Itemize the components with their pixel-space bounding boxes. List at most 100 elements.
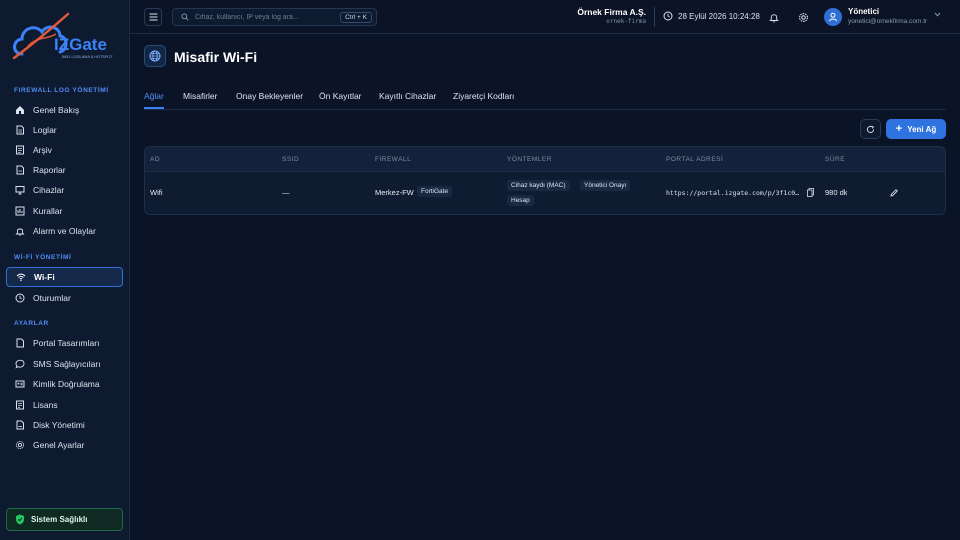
copy-icon[interactable] xyxy=(807,188,814,197)
disk-icon xyxy=(16,420,24,430)
search-input[interactable] xyxy=(195,13,345,21)
method-badge: Yönetici Onayı xyxy=(580,180,631,191)
sidebar-item-reports[interactable]: Raporlar xyxy=(6,160,123,180)
page-title: Misafir Wi-Fi xyxy=(174,49,258,65)
sidebar-item-wifi[interactable]: Wi-Fi xyxy=(6,267,123,287)
brand-logo[interactable]: IZGate 5651 LOGLAMA & HOTSPOT xyxy=(10,10,122,70)
sidebar-item-label: Kurallar xyxy=(33,206,63,216)
datetime-text: 28 Eylül 2026 10:24:28 xyxy=(678,11,760,21)
sidebar-item-label: Genel Ayarlar xyxy=(33,440,85,450)
column-header-name[interactable]: AD xyxy=(150,156,160,163)
app-root: IZGate 5651 LOGLAMA & HOTSPOT FIREWALL L… xyxy=(0,0,960,540)
tab-preregistrations[interactable]: Ön Kayıtlar xyxy=(319,91,362,101)
company-name: Örnek Firma A.Ş. xyxy=(577,7,646,17)
monitor-icon xyxy=(15,186,25,195)
user-icon xyxy=(829,12,837,22)
section-title-settings: AYARLAR xyxy=(14,320,49,327)
user-menu[interactable]: Yönetici yonetici@ornekfirma.com.tr xyxy=(848,7,927,25)
brand-name: IZGate xyxy=(54,35,107,54)
sidebar-item-archive[interactable]: Arşiv xyxy=(6,140,123,160)
page-icon xyxy=(16,338,24,348)
edit-icon[interactable] xyxy=(890,188,899,197)
tab-guests[interactable]: Misafirler xyxy=(183,91,217,101)
refresh-button[interactable] xyxy=(860,119,881,139)
sidebar-item-devices[interactable]: Cihazlar xyxy=(6,180,123,200)
sidebar-item-rules[interactable]: Kurallar xyxy=(6,201,123,221)
license-icon xyxy=(16,400,24,410)
menu-toggle-button[interactable] xyxy=(144,8,162,26)
refresh-icon xyxy=(866,125,875,133)
document-icon xyxy=(16,125,24,135)
system-health-badge[interactable]: Sistem Sağlıklı xyxy=(6,508,123,531)
column-header-ssid[interactable]: SSID xyxy=(282,156,299,163)
user-name: Yönetici xyxy=(848,7,880,16)
sidebar-item-general-settings[interactable]: Genel Ayarlar xyxy=(6,435,123,455)
globe-badge xyxy=(144,45,166,67)
table-header: AD SSID FİREWALL YÖNTEMLER PORTAL ADRESİ… xyxy=(145,147,945,172)
sidebar-item-portal-designs[interactable]: Portal Tasarımları xyxy=(6,333,123,353)
section-title-wifi: Wİ-Fİ YÖNETİMİ xyxy=(14,254,72,261)
sidebar-item-label: Wi-Fi xyxy=(34,272,55,282)
sidebar-item-label: Oturumlar xyxy=(33,293,71,303)
sidebar-item-disk[interactable]: Disk Yönetimi xyxy=(6,415,123,435)
search-box[interactable]: Ctrl + K xyxy=(172,8,377,26)
topbar: Ctrl + K Örnek Firma A.Ş. ornek-firma 28… xyxy=(130,0,960,34)
active-tab-indicator xyxy=(144,107,164,109)
search-icon xyxy=(181,13,189,21)
topbar-divider xyxy=(654,7,655,27)
sidebar-item-label: Alarm ve Olaylar xyxy=(33,226,96,236)
company-info[interactable]: Örnek Firma A.Ş. ornek-firma xyxy=(570,7,646,25)
cell-portal-url[interactable]: https://portal.izgate.com/p/3f1c0… xyxy=(666,189,799,197)
sidebar-item-license[interactable]: Lisans xyxy=(6,395,123,415)
shield-check-icon xyxy=(16,514,24,525)
firewall-type-badge: FortiGate xyxy=(417,186,453,197)
datetime-display: 28 Eylül 2026 10:24:28 xyxy=(663,11,760,21)
sidebar-item-label: Cihazlar xyxy=(33,185,65,195)
clock-icon xyxy=(663,11,673,21)
user-avatar[interactable] xyxy=(824,8,842,26)
chat-icon xyxy=(15,359,25,369)
sidebar-item-sessions[interactable]: Oturumlar xyxy=(6,288,123,308)
brand-tagline: 5651 LOGLAMA & HOTSPOT xyxy=(62,55,113,59)
column-header-duration[interactable]: SÜRE xyxy=(825,156,845,163)
tab-pending-approvals[interactable]: Onay Bekleyenler xyxy=(236,91,303,101)
sidebar-item-logs[interactable]: Loglar xyxy=(6,120,123,140)
globe-icon xyxy=(149,50,161,62)
tab-bar: Ağlar Misafirler Onay Bekleyenler Ön Kay… xyxy=(144,84,946,110)
sidebar-item-label: Disk Yönetimi xyxy=(33,420,85,430)
user-email: yonetici@ornekfirma.com.tr xyxy=(848,18,928,25)
column-header-portal[interactable]: PORTAL ADRESİ xyxy=(666,156,723,163)
new-network-button[interactable]: + Yeni Ağ xyxy=(886,119,946,139)
tab-visitor-codes[interactable]: Ziyaretçi Kodları xyxy=(453,91,514,101)
system-health-label: Sistem Sağlıklı xyxy=(31,515,88,524)
sidebar-item-authentication[interactable]: Kimlik Doğrulama xyxy=(6,374,123,394)
wifi-icon xyxy=(16,273,26,282)
cell-name: Wifi xyxy=(150,188,163,197)
rules-icon xyxy=(15,206,25,216)
column-header-methods[interactable]: YÖNTEMLER xyxy=(507,156,552,163)
tab-registered-devices[interactable]: Kayıtlı Cihazlar xyxy=(379,91,436,101)
home-icon xyxy=(16,106,24,114)
settings-button[interactable] xyxy=(796,10,810,24)
sidebar-item-label: Raporlar xyxy=(33,165,66,175)
sidebar-item-alarms[interactable]: Alarm ve Olaylar xyxy=(6,221,123,241)
sidebar-item-label: Lisans xyxy=(33,400,58,410)
notifications-button[interactable] xyxy=(767,10,781,24)
archive-icon xyxy=(16,145,24,155)
sidebar-item-label: Arşiv xyxy=(33,145,52,155)
sidebar-item-overview[interactable]: Genel Bakış xyxy=(6,100,123,120)
clock-icon xyxy=(15,293,25,303)
plus-icon: + xyxy=(895,122,903,135)
id-card-icon xyxy=(15,380,25,388)
bell-icon xyxy=(15,228,25,236)
chevron-down-icon[interactable] xyxy=(934,12,941,17)
method-badge: Cihaz kaydı (MAC) xyxy=(507,180,570,191)
column-header-firewall[interactable]: FİREWALL xyxy=(375,156,411,163)
report-icon xyxy=(16,165,24,175)
gear-icon xyxy=(15,440,25,450)
tab-networks[interactable]: Ağlar xyxy=(144,91,164,101)
sidebar-item-label: Portal Tasarımları xyxy=(33,338,100,348)
hamburger-icon xyxy=(149,13,157,21)
sidebar-item-sms-providers[interactable]: SMS Sağlayıcıları xyxy=(6,354,123,374)
method-badge: Hesap xyxy=(507,195,534,206)
